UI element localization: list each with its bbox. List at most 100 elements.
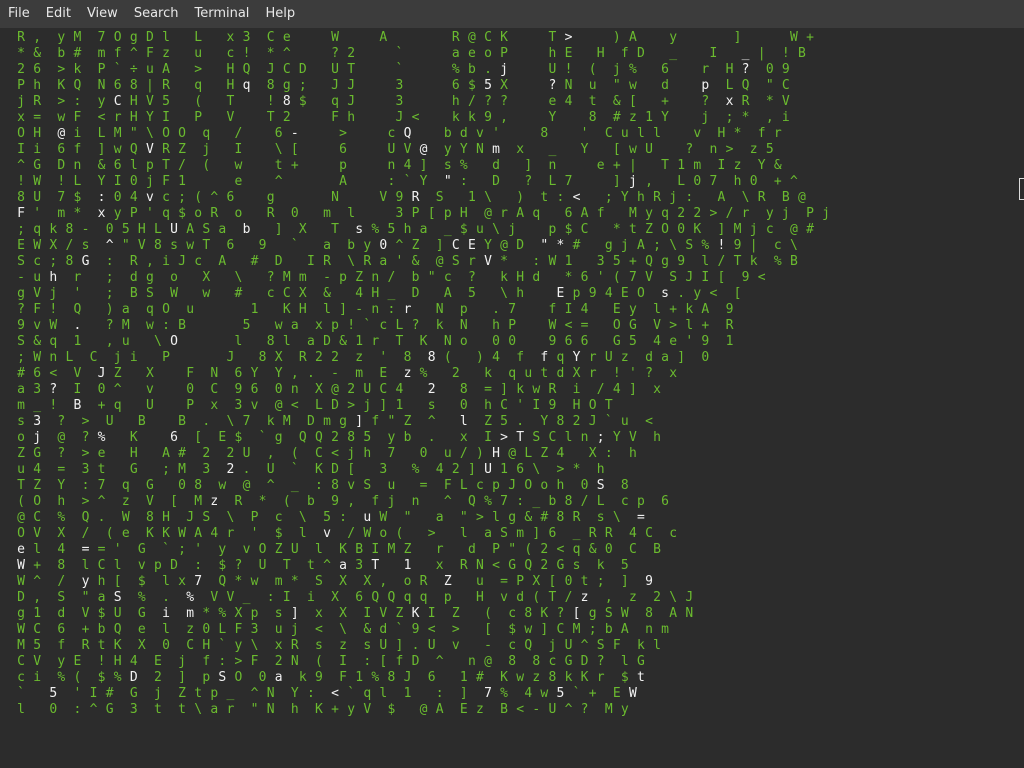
rain-char: +: [33, 558, 42, 573]
rain-char: (: [17, 494, 25, 509]
rain-char: \: [789, 238, 798, 253]
rain-char: U: [105, 414, 114, 429]
rain-char: ;: [596, 574, 605, 589]
rain-char: u: [476, 574, 484, 589]
rain-char: ]: [290, 606, 299, 621]
rain-char: 8: [282, 94, 291, 109]
rain-char: M: [387, 542, 396, 557]
rain-char: p: [339, 270, 347, 285]
rain-char: N: [266, 686, 275, 701]
rain-char: 8: [524, 606, 533, 621]
rain-char: 9: [315, 670, 323, 685]
rain-char: m: [17, 398, 25, 413]
rain-char: t: [540, 190, 549, 205]
rain-char: d: [556, 366, 565, 381]
rain-char: P: [806, 206, 814, 221]
rain-char: p: [443, 590, 452, 605]
rain-char: _: [572, 526, 581, 541]
rain-char: o: [17, 430, 25, 445]
rain-char: 6: [33, 366, 42, 381]
rain-char: L: [524, 446, 533, 461]
rain-char: H: [129, 94, 138, 109]
rain-char: K: [580, 670, 589, 685]
rain-char: u: [476, 222, 484, 237]
rain-char: ^: [129, 46, 138, 61]
rain-char: S: [596, 638, 605, 653]
rain-char: x: [97, 206, 106, 221]
rain-char: :: [73, 94, 82, 109]
rain-char: ^: [17, 158, 25, 173]
rain-char: u: [588, 78, 597, 93]
rain-char: $: [564, 222, 573, 237]
rain-char: 2: [347, 382, 356, 397]
menu-view[interactable]: View: [79, 0, 126, 28]
rain-char: c: [379, 318, 388, 333]
rain-char: j: [387, 494, 396, 509]
rain-char: :: [339, 510, 347, 525]
rain-char: 2: [693, 206, 702, 221]
rain-char: q: [363, 686, 372, 701]
rain-char: :: [105, 254, 114, 269]
terminal-output[interactable]: R, y M 7 Og Dl Lx 3 Ce W A R @ C K T >) Ay] W + * & b # m f ^ Fz u c!…: [0, 28, 1024, 768]
rain-char: v: [145, 382, 154, 397]
rain-char: >: [500, 430, 508, 445]
rain-char: X: [572, 366, 581, 381]
rain-char: 0: [379, 238, 388, 253]
rain-char: 6: [564, 206, 573, 221]
rain-char: /: [347, 526, 356, 541]
rain-char: ]: [612, 174, 621, 189]
rain-char: 8: [508, 654, 517, 669]
rain-char: R: [459, 558, 468, 573]
menu-help[interactable]: Help: [257, 0, 303, 28]
rain-char: .: [73, 318, 82, 333]
rain-char: (: [202, 158, 211, 173]
menu-edit[interactable]: Edit: [38, 0, 79, 28]
rain-char: y: [57, 30, 66, 45]
rain-char: !: [17, 174, 25, 189]
rain-char: t: [97, 462, 106, 477]
rain-char: :: [218, 654, 227, 669]
rain-char: +: [628, 254, 637, 269]
rain-char: [: [347, 462, 356, 477]
rain-char: a: [17, 382, 25, 397]
rain-char: u: [620, 414, 629, 429]
rain-char: C: [266, 30, 275, 45]
rain-char: X: [234, 606, 243, 621]
rain-char: t: [154, 702, 162, 717]
rain-char: &: [612, 94, 621, 109]
rain-char: T: [733, 254, 742, 269]
rain-char: R: [129, 254, 138, 269]
rain-char: J: [508, 478, 517, 493]
rain-char: K: [145, 526, 154, 541]
rain-char: 5: [49, 686, 58, 701]
rain-char: 8: [564, 494, 573, 509]
rain-char: e: [97, 446, 106, 461]
rain-char: *: [612, 222, 621, 237]
rain-char: 3: [129, 702, 138, 717]
rain-char: %: [97, 430, 106, 445]
rain-char: 7: [709, 174, 718, 189]
rain-char: 1: [395, 398, 404, 413]
menu-search[interactable]: Search: [126, 0, 187, 28]
rain-char: J: [97, 366, 106, 381]
rain-char: ): [516, 190, 525, 205]
rain-char: h: [347, 110, 356, 125]
rain-char: s: [661, 286, 669, 301]
rain-char: _: [242, 590, 251, 605]
rain-char: v: [347, 478, 356, 493]
rain-char: `: [395, 46, 404, 61]
rain-char: G: [145, 478, 154, 493]
rain-char: k: [298, 670, 307, 685]
rain-char: _: [33, 398, 42, 413]
scrollbar-handle[interactable]: [1019, 178, 1024, 200]
rain-char: 0: [186, 382, 195, 397]
rain-char: 6: [113, 158, 122, 173]
menu-file[interactable]: File: [0, 0, 38, 28]
rain-char: 5: [556, 686, 565, 701]
rain-char: ]: [733, 30, 742, 45]
rain-char: O: [524, 478, 533, 493]
rain-char: :: [315, 478, 323, 493]
rain-char: p: [154, 558, 162, 573]
rain-char: L: [596, 494, 605, 509]
menu-terminal[interactable]: Terminal: [186, 0, 257, 28]
